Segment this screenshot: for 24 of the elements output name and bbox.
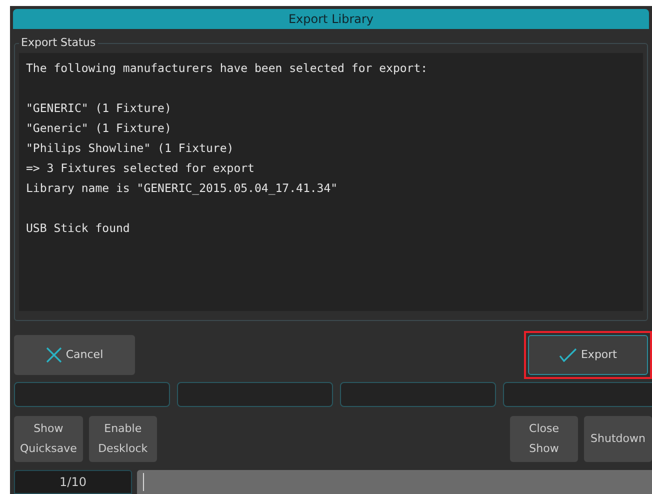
menu-button[interactable]: Close Show: [510, 416, 578, 462]
input-field[interactable]: [177, 382, 333, 407]
menu-button[interactable]: Enable Desklock: [88, 416, 157, 462]
cancel-button[interactable]: Cancel: [14, 335, 135, 376]
status-line: "Philips Showline" (1 Fixture): [26, 140, 235, 157]
input-field[interactable]: [503, 382, 652, 407]
status-line: The following manufacturers have been selected for export:: [26, 60, 429, 77]
scroll-track[interactable]: [137, 470, 652, 494]
menu-button[interactable]: Show Quicksave: [14, 416, 83, 462]
input-field[interactable]: [14, 382, 170, 407]
close-icon: [46, 347, 62, 364]
export-status-label: Export Status: [19, 34, 98, 51]
status-line: "Generic" (1 Fixture): [26, 120, 172, 137]
status-line: "GENERIC" (1 Fixture): [26, 100, 172, 117]
input-field[interactable]: [340, 382, 496, 407]
scroll-handle[interactable]: [143, 473, 144, 492]
export-button[interactable]: Export: [528, 335, 648, 376]
page-indicator: 1/10: [14, 470, 132, 494]
menu-button[interactable]: Shutdown: [584, 416, 652, 462]
window-title: Export Library: [13, 9, 649, 29]
status-line: => 3 Fixtures selected for export: [26, 160, 256, 177]
status-line: USB Stick found: [26, 220, 131, 237]
checkmark-icon: [558, 348, 577, 362]
status-line: Library name is "GENERIC_2015.05.04_17.41.34": [26, 180, 339, 197]
